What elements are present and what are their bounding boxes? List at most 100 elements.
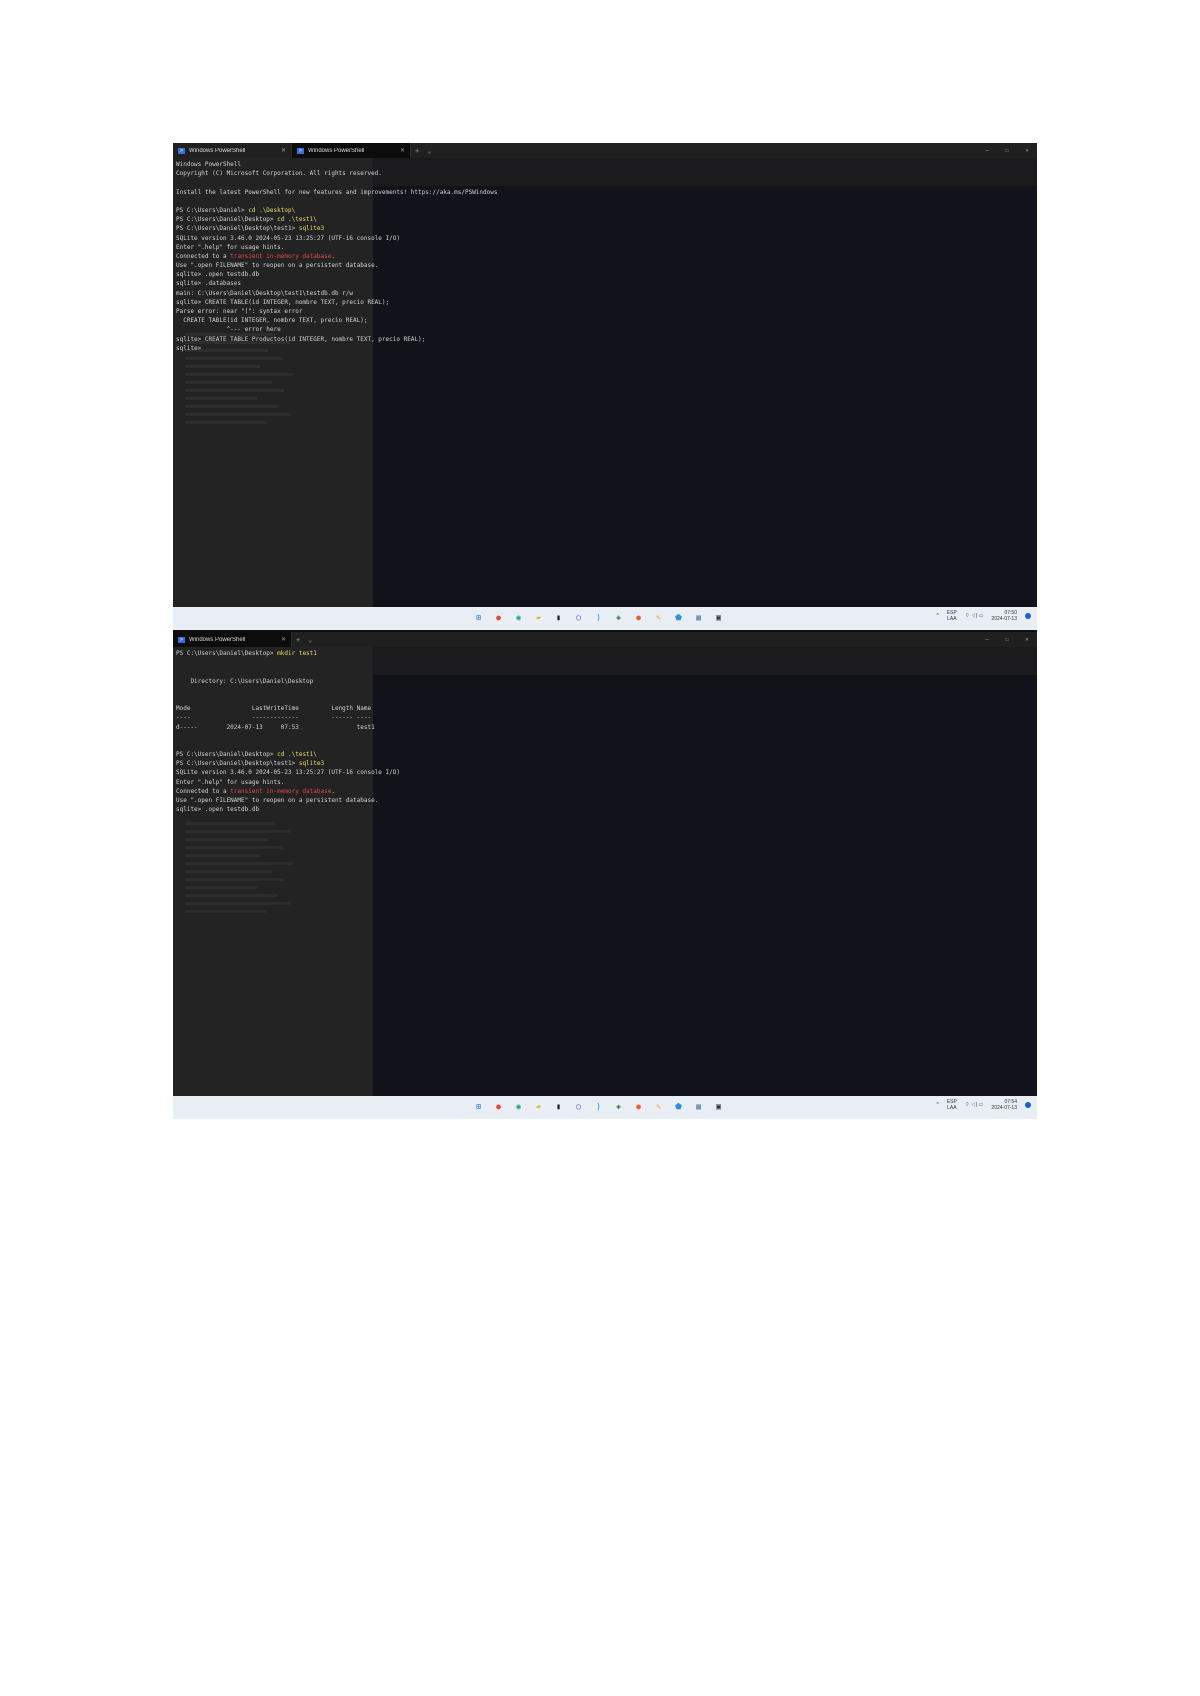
typed-command: cd .\test1\: [277, 216, 317, 224]
console-text: ---- ------------- ------ ----: [176, 714, 372, 722]
console-text: .: [331, 787, 335, 795]
clock-date: 2024-07-13: [991, 1105, 1017, 1111]
console-text: d----- 2024-07-13 07:53 test1: [176, 723, 375, 731]
terminal-icon[interactable]: ▣: [713, 612, 724, 623]
powershell-icon: >: [178, 636, 185, 643]
console-line: sqlite> .open testdb.db: [176, 270, 1034, 279]
tab-bar: > Windows PowerShell ✕ + ⌄ — ☐ ✕: [173, 632, 1037, 647]
clock[interactable]: 07:54 2024-07-13: [991, 1099, 1017, 1111]
start-icon[interactable]: ⊞: [473, 1101, 484, 1112]
defender-icon[interactable]: ⬟: [673, 612, 684, 623]
tab-powershell-1[interactable]: > Windows PowerShell ✕: [173, 143, 292, 158]
new-tab-button[interactable]: +: [411, 143, 423, 158]
file-explorer-icon[interactable]: ▰: [533, 1101, 544, 1112]
console-text: sqlite> .open testdb.db: [176, 806, 260, 814]
console-text: sqlite>: [176, 344, 202, 352]
clock-date: 2024-07-13: [991, 616, 1017, 622]
firefox-icon[interactable]: ●: [633, 612, 644, 623]
paint-icon[interactable]: ✎: [653, 1101, 664, 1112]
chevron-up-icon[interactable]: ^: [936, 1102, 938, 1108]
powershell-icon: >: [297, 147, 304, 154]
tab-dropdown-button[interactable]: ⌄: [423, 143, 435, 158]
chrome-icon[interactable]: ●: [493, 612, 504, 623]
network-volume-battery-icons[interactable]: ⌔ ◁) ▭: [965, 1102, 984, 1108]
chrome-icon[interactable]: ●: [493, 1101, 504, 1112]
tab-powershell-2[interactable]: > Windows PowerShell ✕: [292, 143, 411, 158]
new-tab-button[interactable]: +: [292, 632, 304, 647]
taskbar: ⊞ ● ◉ ▰ ▮ ◯ ⟩ ◈ ● ✎ ⬟ ▦ ▣ ^ ESP LAA ⌔ ◁) ▭ 07:54 202…: [173, 1096, 1037, 1119]
close-icon[interactable]: ✕: [400, 147, 405, 154]
close-icon[interactable]: ✕: [281, 147, 286, 154]
console-line: PS C:\Users\Daniel\Desktop> cd .\test1\: [176, 215, 1034, 224]
console-text: Use ".open FILENAME" to reopen on a pers…: [176, 797, 379, 804]
terminal-output[interactable]: PS C:\Users\Daniel\Desktop> mkdir test1 …: [176, 649, 1034, 814]
console-line: PS C:\Users\Daniel\Desktop> mkdir test1: [176, 649, 1034, 658]
powershell-icon: >: [178, 147, 185, 154]
tab-dropdown-button[interactable]: ⌄: [304, 632, 316, 647]
console-text: Connected to a: [176, 787, 231, 795]
terminal-icon[interactable]: ▣: [713, 1101, 724, 1112]
console-line: Install the latest PowerShell for new fe…: [176, 188, 1034, 197]
highlighted-text: transient in-memory database: [230, 252, 332, 260]
console-text: Use ".open FILENAME" to reopen on a pers…: [176, 262, 379, 270]
console-text: ^--- error here: [176, 326, 281, 334]
maximize-button[interactable]: ☐: [997, 632, 1017, 647]
console-line: PS C:\Users\Daniel\Desktop\test1> sqlite…: [176, 759, 1034, 768]
close-icon[interactable]: ✕: [281, 636, 286, 643]
firefox-icon[interactable]: ●: [633, 1101, 644, 1112]
typed-command: mkdir test1: [277, 650, 317, 657]
console-line: PS C:\Users\Daniel\Desktop> cd .\test1\: [176, 750, 1034, 759]
language-indicator[interactable]: ESP LAA: [947, 610, 957, 622]
terminal-output[interactable]: Windows PowerShell Copyright (C) Microsof…: [176, 160, 1034, 353]
edge-icon[interactable]: ◉: [513, 612, 524, 623]
console-line: Copyright (C) Microsoft Corporation. All…: [176, 169, 1034, 178]
close-window-button[interactable]: ✕: [1017, 632, 1037, 647]
store-icon[interactable]: ◈: [613, 612, 624, 623]
console-line: Mode LastWriteTime Length Name: [176, 704, 1034, 713]
console-line: Use ".open FILENAME" to reopen on a pers…: [176, 261, 1034, 270]
store-icon[interactable]: ◈: [613, 1101, 624, 1112]
calculator-icon[interactable]: ▦: [693, 1101, 704, 1112]
defender-icon[interactable]: ⬟: [673, 1101, 684, 1112]
vscode-icon[interactable]: ⟩: [593, 1101, 604, 1112]
app-icon[interactable]: ▮: [553, 612, 564, 623]
notification-icon[interactable]: [1025, 1102, 1031, 1108]
tab-powershell-1[interactable]: > Windows PowerShell ✕: [173, 632, 292, 647]
console-text: Enter ".help" for usage hints.: [176, 778, 285, 786]
paint-icon[interactable]: ✎: [653, 612, 664, 623]
vscode-icon[interactable]: ⟩: [593, 612, 604, 623]
edge-icon[interactable]: ◉: [513, 1101, 524, 1112]
console-text: SQLite version 3.46.0 2024-05-23 13:25:2…: [176, 769, 400, 777]
console-line: ^--- error here: [176, 325, 1034, 334]
tab-label: Windows PowerShell: [308, 147, 365, 154]
language-indicator[interactable]: ESP LAA: [947, 1099, 957, 1111]
cortana-icon[interactable]: ◯: [573, 612, 584, 623]
notification-icon[interactable]: [1025, 613, 1031, 619]
minimize-button[interactable]: —: [977, 632, 997, 647]
window-controls: — ☐ ✕: [977, 632, 1037, 647]
calculator-icon[interactable]: ▦: [693, 612, 704, 623]
console-text: Install the latest PowerShell for new fe…: [176, 188, 498, 196]
file-explorer-icon[interactable]: ▰: [533, 612, 544, 623]
cortana-icon[interactable]: ◯: [573, 1101, 584, 1112]
highlighted-text: transient in-memory database: [230, 787, 332, 795]
tab-bar: > Windows PowerShell ✕ > Windows PowerSh…: [173, 143, 1037, 158]
chevron-up-icon[interactable]: ^: [936, 613, 938, 619]
console-line: Use ".open FILENAME" to reopen on a pers…: [176, 796, 1034, 805]
maximize-button[interactable]: ☐: [997, 143, 1017, 158]
console-text: SQLite version 3.46.0 2024-05-23 13:25:2…: [176, 234, 400, 242]
minimize-button[interactable]: —: [977, 143, 997, 158]
terminal-window-1: > Windows PowerShell ✕ > Windows PowerSh…: [173, 143, 1037, 633]
app-icon[interactable]: ▮: [553, 1101, 564, 1112]
start-icon[interactable]: ⊞: [473, 612, 484, 623]
console-line: PS C:\Users\Daniel> cd .\Desktop\: [176, 206, 1034, 215]
typed-command: cd .\test1\: [277, 751, 317, 759]
network-volume-battery-icons[interactable]: ⌔ ◁) ▭: [965, 613, 984, 619]
close-window-button[interactable]: ✕: [1017, 143, 1037, 158]
clock[interactable]: 07:50 2024-07-13: [991, 610, 1017, 622]
